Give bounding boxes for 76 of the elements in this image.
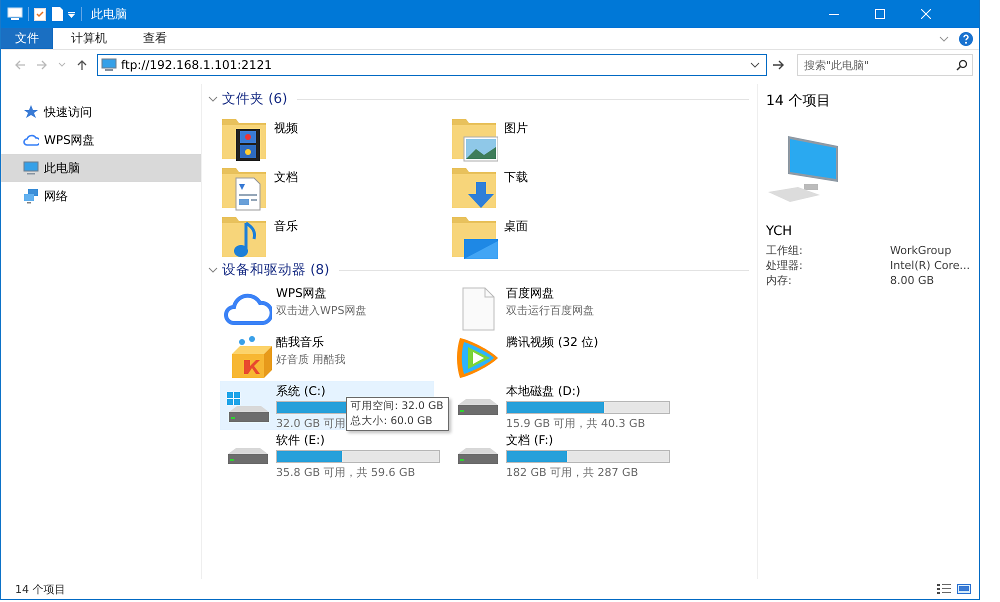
cloud-icon: [23, 132, 39, 148]
close-icon: [921, 9, 931, 19]
checklist-icon: [34, 7, 46, 21]
sidebar-item[interactable]: 网络: [1, 182, 201, 210]
property-value: Intel(R) Core...: [890, 258, 972, 273]
property-value: WorkGroup: [890, 243, 952, 258]
sidebar-item[interactable]: 快速访问: [1, 98, 201, 126]
ribbon-tab[interactable]: 查看: [125, 28, 185, 49]
status-text: 14 个项目: [15, 582, 66, 596]
item-label: 本地磁盘 (D:): [506, 384, 580, 399]
property-label: 工作组:: [766, 243, 804, 258]
large-icons-view-icon[interactable]: [957, 583, 971, 595]
device-item[interactable]: 腾讯视频 (32 位): [450, 332, 664, 381]
item-description: 双击运行百度网盘: [506, 303, 594, 318]
device-item[interactable]: WPS网盘 双击进入WPS网盘: [220, 283, 434, 332]
window-title: 此电脑: [91, 6, 127, 22]
item-label: 腾讯视频 (32 位): [506, 335, 598, 350]
property-value: 8.00 GB: [890, 273, 936, 288]
tooltip: 可用空间: 32.0 GB 总大小: 60.0 GB: [346, 397, 448, 431]
folder-item[interactable]: 音乐: [220, 210, 450, 259]
dropdown-icon[interactable]: [67, 10, 76, 18]
page-icon: [52, 7, 63, 21]
up-icon: [76, 59, 88, 71]
network-icon: [23, 188, 39, 204]
property-label: 处理器:: [766, 258, 804, 273]
search-box[interactable]: 搜索"此电脑": [797, 54, 973, 76]
drive-item[interactable]: 软件 (E:) 35.8 GB 可用，共 59.6 GB: [220, 430, 434, 479]
star-icon: [23, 104, 39, 120]
item-description: 双击进入WPS网盘: [276, 303, 366, 318]
chevron-down-icon[interactable]: [208, 265, 218, 275]
property-label: 内存:: [766, 273, 793, 288]
details-view-icon[interactable]: [937, 583, 951, 595]
item-description: 182 GB 可用，共 287 GB: [506, 465, 638, 480]
chevron-down-icon[interactable]: [748, 60, 762, 70]
item-description: 35.8 GB 可用，共 59.6 GB: [276, 465, 416, 480]
hard-drive-icon: [458, 399, 498, 415]
ribbon-tab[interactable]: 计算机: [53, 28, 125, 49]
hard-drive-icon: [458, 448, 498, 464]
folder-item[interactable]: 桌面: [450, 210, 670, 259]
item-label: 文档 (F:): [506, 433, 554, 448]
computer-name: YCH: [766, 224, 794, 239]
chevron-down-icon[interactable]: [208, 94, 218, 104]
folder-item[interactable]: 图片: [450, 112, 670, 161]
item-description: 15.9 GB 可用，共 40.3 GB: [506, 416, 646, 431]
section-header[interactable]: 文件夹 (6): [222, 90, 288, 108]
monitor-icon: [101, 58, 117, 72]
maximize-icon: [875, 9, 885, 19]
item-label: WPS网盘: [276, 286, 327, 301]
file-menu-tab[interactable]: 文件: [1, 28, 53, 49]
sidebar-item[interactable]: WPS网盘: [1, 126, 201, 154]
item-label: 系统 (C:): [276, 384, 326, 399]
computer-icon: [7, 7, 23, 21]
folder-item[interactable]: 文档: [220, 161, 450, 210]
item-label: 百度网盘: [506, 286, 554, 301]
device-item[interactable]: 百度网盘 双击运行百度网盘: [450, 283, 664, 332]
address-bar[interactable]: ftp://192.168.1.101:2121: [97, 54, 767, 76]
system-drive-icon: [227, 392, 269, 422]
drive-item[interactable]: 文档 (F:) 182 GB 可用，共 287 GB: [450, 430, 664, 479]
device-item[interactable]: 酷我音乐 好音质 用酷我: [220, 332, 434, 381]
drive-item[interactable]: 本地磁盘 (D:) 15.9 GB 可用，共 40.3 GB: [450, 381, 664, 430]
folder-item[interactable]: 视频: [220, 112, 450, 161]
search-icon: [956, 59, 968, 71]
item-label: 酷我音乐: [276, 335, 324, 350]
item-description: 好音质 用酷我: [276, 352, 346, 367]
folder-item[interactable]: 下载: [450, 161, 670, 210]
item-count: 14 个项目: [766, 92, 832, 110]
monitor-icon: [23, 160, 39, 176]
forward-icon: [36, 59, 48, 71]
back-icon: [14, 59, 26, 71]
help-icon[interactable]: [959, 32, 973, 46]
item-description: 32.0 GB 可用: [276, 416, 346, 431]
hard-drive-icon: [228, 448, 268, 464]
arrow-right-icon: [773, 60, 785, 70]
item-label: 软件 (E:): [276, 433, 325, 448]
sidebar-item[interactable]: 此电脑: [1, 154, 201, 182]
section-header[interactable]: 设备和驱动器 (8): [222, 261, 330, 279]
